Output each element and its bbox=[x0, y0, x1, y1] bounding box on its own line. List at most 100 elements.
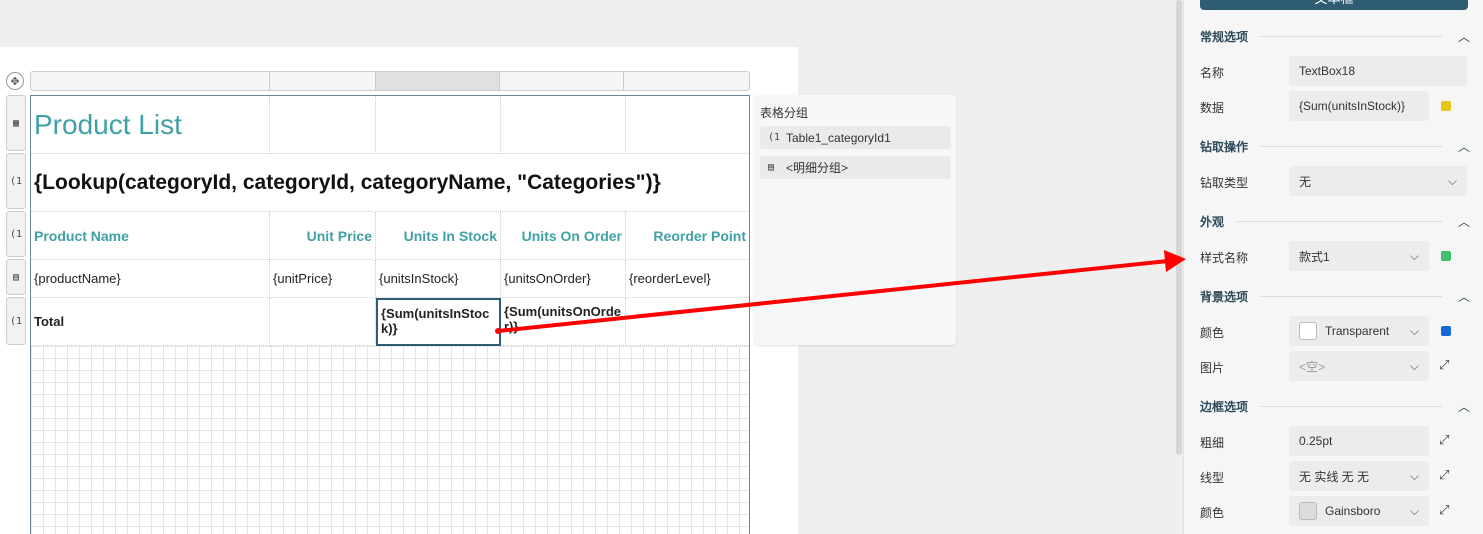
drill-type-select[interactable]: 无 ⌵ bbox=[1289, 166, 1467, 196]
header-units-on-order[interactable]: Units On Order bbox=[501, 212, 626, 260]
data-input[interactable]: {Sum(unitsInStock)} bbox=[1289, 91, 1429, 121]
table-groups-panel: 表格分组 (1 Table1_categoryId1 ▤ <明细分组> bbox=[754, 95, 956, 345]
style-indicator-icon[interactable] bbox=[1441, 251, 1451, 261]
bg-image-value: <空> bbox=[1299, 359, 1326, 374]
properties-panel: 文本框 常规选项 ︿ 名称 TextBox18 数据 {Sum(unitsInS… bbox=[1183, 0, 1483, 534]
border-width-input[interactable]: 0.25pt bbox=[1289, 426, 1429, 456]
bg-image-label: 图片 bbox=[1200, 361, 1225, 375]
move-icon[interactable]: ✥ bbox=[6, 72, 24, 90]
report-title[interactable]: Product List bbox=[31, 96, 270, 154]
chevron-down-icon: ⌵ bbox=[1447, 173, 1457, 188]
color-indicator-icon[interactable] bbox=[1441, 326, 1451, 336]
table-cell[interactable] bbox=[626, 298, 749, 346]
section-drill[interactable]: 钻取操作 ︿ bbox=[1200, 137, 1470, 155]
section-background[interactable]: 背景选项 ︿ bbox=[1200, 287, 1470, 305]
border-color-value: Gainsboro bbox=[1325, 504, 1381, 518]
name-label: 名称 bbox=[1200, 66, 1225, 80]
canvas-scrollbar[interactable] bbox=[1176, 0, 1182, 455]
detail-units-on-order[interactable]: {unitsOnOrder} bbox=[501, 260, 626, 298]
border-style-value: 无 实线 无 无 bbox=[1299, 469, 1370, 484]
section-title: 钻取操作 bbox=[1200, 139, 1249, 154]
column-handle[interactable] bbox=[624, 72, 749, 90]
chevron-down-icon: ⌵ bbox=[1409, 323, 1419, 338]
section-title: 外观 bbox=[1200, 214, 1225, 229]
bg-image-select[interactable]: <空> ⌵ bbox=[1289, 351, 1429, 381]
column-handle[interactable] bbox=[270, 72, 377, 90]
detail-product-name[interactable]: {productName} bbox=[31, 260, 270, 298]
group-row-icon[interactable]: (1 bbox=[6, 153, 26, 209]
total-units-on-order-cell[interactable]: {Sum(unitsOnOrder)} bbox=[501, 298, 626, 346]
section-title: 常规选项 bbox=[1200, 29, 1249, 44]
bg-color-select[interactable]: Transparent ⌵ bbox=[1289, 316, 1429, 346]
table-header-row-icon[interactable]: ▦ bbox=[6, 95, 26, 151]
table-cell[interactable] bbox=[376, 96, 501, 154]
style-name-label: 样式名称 bbox=[1200, 251, 1249, 265]
chevron-up-icon[interactable]: ︿ bbox=[1458, 288, 1470, 305]
border-style-label: 线型 bbox=[1200, 471, 1225, 485]
table-cell[interactable] bbox=[270, 298, 376, 346]
category-lookup-cell[interactable]: {Lookup(categoryId, categoryId, category… bbox=[31, 154, 749, 212]
chevron-down-icon: ⌵ bbox=[1409, 248, 1419, 263]
name-input[interactable]: TextBox18 bbox=[1289, 56, 1467, 86]
chevron-up-icon[interactable]: ︿ bbox=[1458, 138, 1470, 155]
detail-row-icon[interactable]: ▤ bbox=[6, 259, 26, 295]
header-unit-price[interactable]: Unit Price bbox=[270, 212, 376, 260]
expand-icon[interactable]: ⤢ bbox=[1439, 357, 1449, 373]
group-row-icon[interactable]: (1 bbox=[6, 211, 26, 257]
header-units-in-stock[interactable]: Units In Stock bbox=[376, 212, 501, 260]
report-table: Product List {Lookup(categoryId, categor… bbox=[31, 96, 749, 346]
border-color-select[interactable]: Gainsboro ⌵ bbox=[1289, 496, 1429, 526]
chevron-down-icon: ⌵ bbox=[1409, 503, 1419, 518]
detail-group-icon: ▤ bbox=[768, 162, 775, 173]
table-cell[interactable] bbox=[626, 96, 749, 154]
section-general[interactable]: 常规选项 ︿ bbox=[1200, 27, 1470, 45]
element-type-button[interactable]: 文本框 bbox=[1200, 0, 1468, 10]
detail-units-in-stock[interactable]: {unitsInStock} bbox=[376, 260, 501, 298]
data-label: 数据 bbox=[1200, 101, 1225, 115]
expression-icon[interactable] bbox=[1441, 101, 1451, 111]
groups-title: 表格分组 bbox=[760, 106, 809, 120]
drill-type-label: 钻取类型 bbox=[1200, 176, 1249, 190]
drill-type-value: 无 bbox=[1299, 174, 1312, 189]
total-units-in-stock-cell[interactable]: {Sum(unitsInStock)} bbox=[376, 298, 501, 346]
chevron-up-icon[interactable]: ︿ bbox=[1458, 28, 1470, 45]
column-handle[interactable] bbox=[500, 72, 625, 90]
expand-icon[interactable]: ⤢ bbox=[1439, 502, 1449, 518]
group-item-label: <明细分组> bbox=[786, 161, 849, 175]
border-style-select[interactable]: 无 实线 无 无 ⌵ bbox=[1289, 461, 1429, 491]
group-item[interactable]: (1 Table1_categoryId1 bbox=[760, 126, 951, 149]
group-icon: (1 bbox=[768, 132, 781, 143]
border-width-label: 粗细 bbox=[1200, 436, 1225, 450]
header-product-name[interactable]: Product Name bbox=[31, 212, 270, 260]
bg-color-label: 颜色 bbox=[1200, 326, 1225, 340]
detail-unit-price[interactable]: {unitPrice} bbox=[270, 260, 376, 298]
section-border[interactable]: 边框选项 ︿ bbox=[1200, 397, 1470, 415]
total-label[interactable]: Total bbox=[31, 298, 270, 346]
column-handle[interactable] bbox=[31, 72, 271, 90]
chevron-down-icon: ⌵ bbox=[1409, 468, 1419, 483]
chevron-down-icon: ⌵ bbox=[1409, 358, 1419, 373]
group-item-label: Table1_categoryId1 bbox=[786, 130, 891, 145]
expand-icon[interactable]: ⤢ bbox=[1439, 467, 1449, 483]
style-name-value: 款式1 bbox=[1299, 249, 1330, 264]
border-color-label: 颜色 bbox=[1200, 506, 1225, 520]
chevron-up-icon[interactable]: ︿ bbox=[1458, 398, 1470, 415]
group-item[interactable]: ▤ <明细分组> bbox=[760, 156, 951, 179]
table-cell[interactable] bbox=[270, 96, 376, 154]
color-swatch bbox=[1299, 502, 1317, 520]
section-appearance[interactable]: 外观 ︿ bbox=[1200, 212, 1470, 230]
header-reorder-point[interactable]: Reorder Point bbox=[626, 212, 749, 260]
table-cell[interactable] bbox=[501, 96, 626, 154]
detail-reorder-level[interactable]: {reorderLevel} bbox=[626, 260, 749, 298]
section-title: 边框选项 bbox=[1200, 399, 1249, 414]
expand-icon[interactable]: ⤢ bbox=[1439, 432, 1449, 448]
bg-color-value: Transparent bbox=[1325, 324, 1390, 338]
group-footer-row-icon[interactable]: (1 bbox=[6, 297, 26, 345]
color-swatch bbox=[1299, 322, 1317, 340]
column-handle-selected[interactable] bbox=[376, 72, 500, 90]
column-ruler bbox=[30, 71, 750, 91]
section-title: 背景选项 bbox=[1200, 289, 1249, 304]
report-body: Product List {Lookup(categoryId, categor… bbox=[30, 95, 750, 534]
style-name-select[interactable]: 款式1 ⌵ bbox=[1289, 241, 1429, 271]
chevron-up-icon[interactable]: ︿ bbox=[1458, 213, 1470, 230]
